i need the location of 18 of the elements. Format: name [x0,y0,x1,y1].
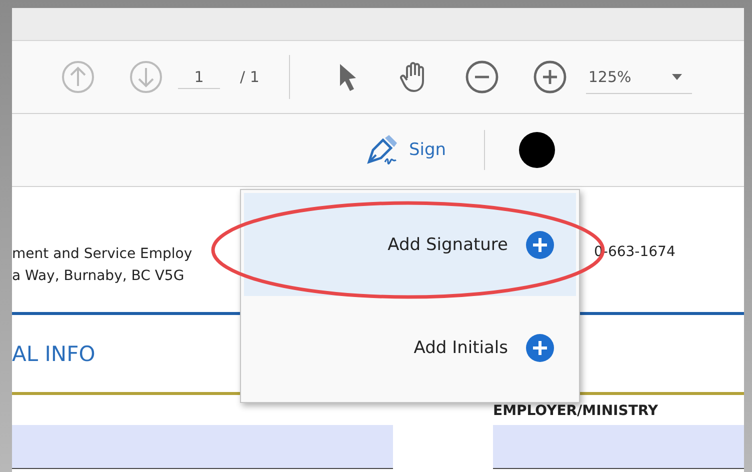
zoom-in-icon[interactable] [532,59,568,95]
zoom-out-icon[interactable] [464,59,500,95]
text-field[interactable] [493,425,744,469]
page-number-field[interactable]: 1 [178,66,220,88]
menu-item[interactable]: Add Initials [244,296,576,399]
zoom-dropdown[interactable]: 125% [586,60,692,94]
address-text: a Way, Burnaby, BC V5G [12,268,186,284]
menu-item[interactable]: Add Signature [244,193,576,296]
sign-button[interactable]: Sign [365,134,446,166]
address-text: ment and Service Employ [12,246,194,262]
caret-icon [672,74,682,80]
color-swatch-icon[interactable] [519,132,556,168]
plus-icon [526,334,554,362]
section-title: AL INFO [12,342,96,366]
field-label: EMPLOYER/MINISTRY [493,403,660,421]
page-total: / 1 [240,68,260,86]
text-field[interactable] [12,425,393,469]
plus-icon [526,230,554,258]
